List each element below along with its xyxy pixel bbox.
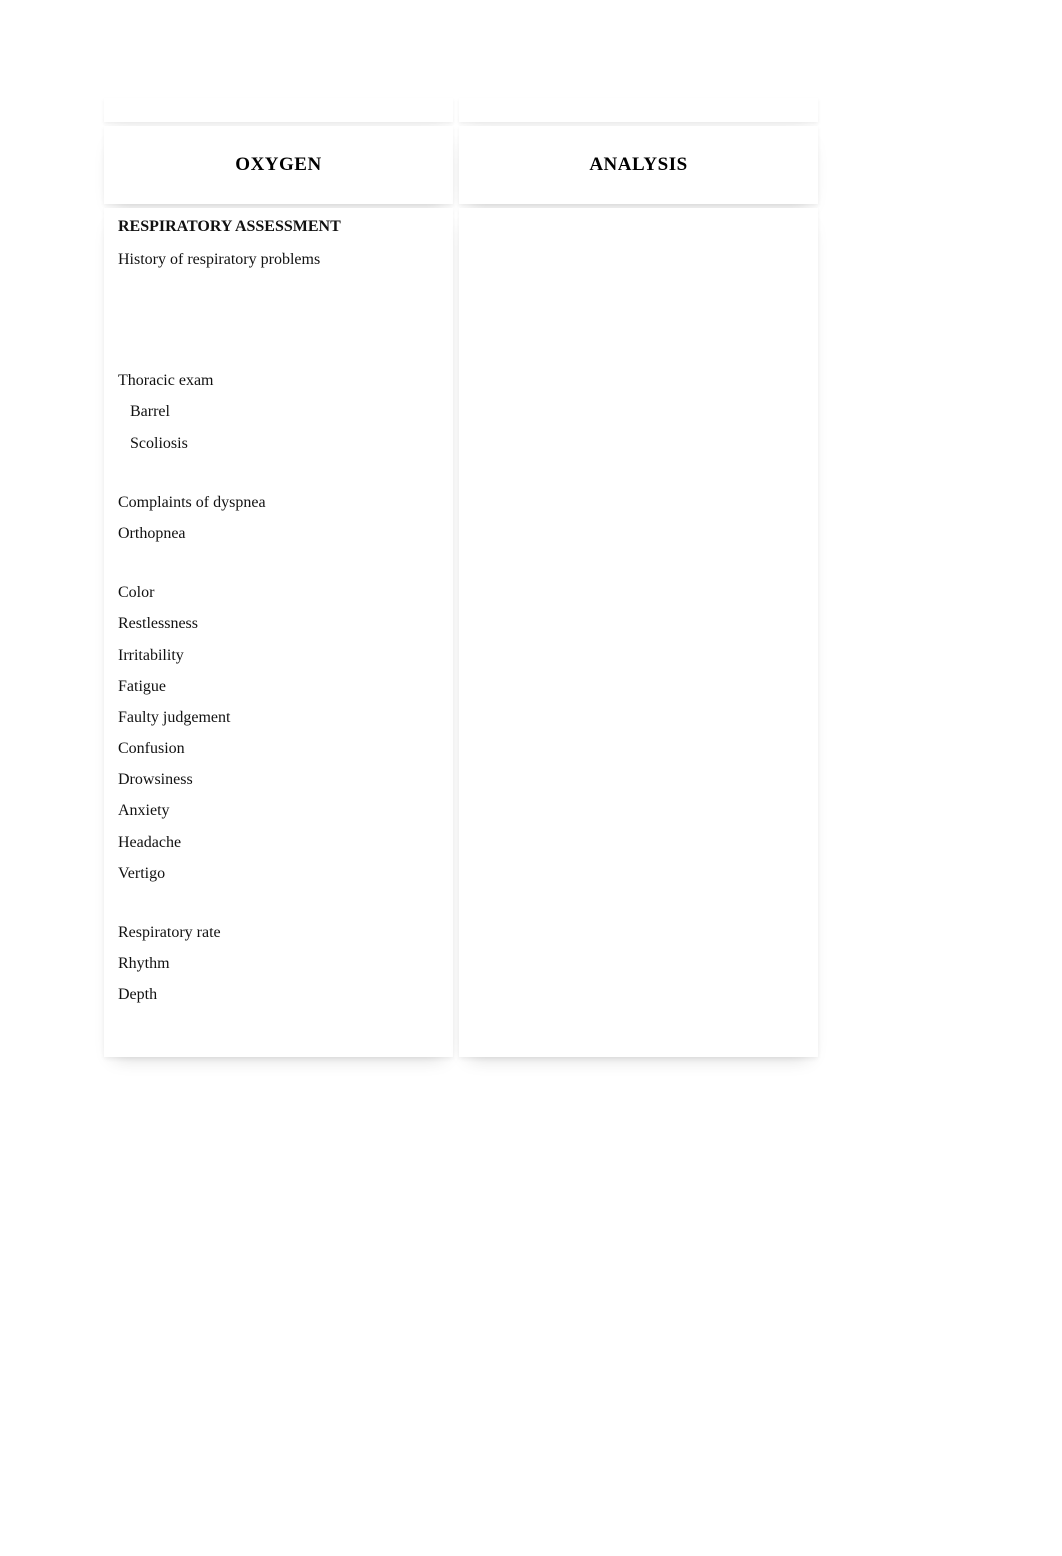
assessment-item: History of respiratory problems [118, 250, 439, 269]
assessment-item: Irritability [118, 646, 439, 665]
assessment-item: Faulty judgement [118, 708, 439, 727]
assessment-item: Color [118, 583, 439, 602]
assessment-item: Headache [118, 833, 439, 852]
assessment-item: Confusion [118, 739, 439, 758]
group-spacer [118, 895, 439, 923]
document-page: OXYGEN ANALYSIS RESPIRATORY ASSESSMENT H… [98, 94, 818, 1061]
table-body-row: RESPIRATORY ASSESSMENT History of respir… [104, 208, 818, 1057]
column-title-oxygen: OXYGEN [104, 126, 453, 204]
assessment-item: Depth [118, 985, 439, 1004]
assessment-item: Thoracic exam [118, 371, 439, 390]
table-title-row: OXYGEN ANALYSIS [104, 126, 818, 204]
group-spacer [118, 555, 439, 583]
assessment-item: Respiratory rate [118, 923, 439, 942]
column-title-analysis: ANALYSIS [459, 126, 818, 204]
section-heading-respiratory: RESPIRATORY ASSESSMENT [118, 218, 439, 236]
group-spacer [118, 281, 439, 371]
analysis-column-body [459, 208, 818, 1057]
assessment-table: OXYGEN ANALYSIS RESPIRATORY ASSESSMENT H… [98, 94, 824, 1061]
assessment-item: Orthopnea [118, 524, 439, 543]
assessment-item: Rhythm [118, 954, 439, 973]
oxygen-column-body: RESPIRATORY ASSESSMENT History of respir… [104, 208, 453, 1057]
assessment-item: Complaints of dyspnea [118, 493, 439, 512]
header-spacer-right [459, 98, 818, 122]
table-header-spacer-row [104, 98, 818, 122]
assessment-item: Fatigue [118, 677, 439, 696]
assessment-item: Drowsiness [118, 770, 439, 789]
assessment-item: Restlessness [118, 614, 439, 633]
assessment-item: Anxiety [118, 801, 439, 820]
assessment-item: Vertigo [118, 864, 439, 883]
assessment-item: Barrel [118, 402, 439, 421]
assessment-item: Scoliosis [118, 434, 439, 453]
header-spacer-left [104, 98, 453, 122]
group-spacer [118, 465, 439, 493]
